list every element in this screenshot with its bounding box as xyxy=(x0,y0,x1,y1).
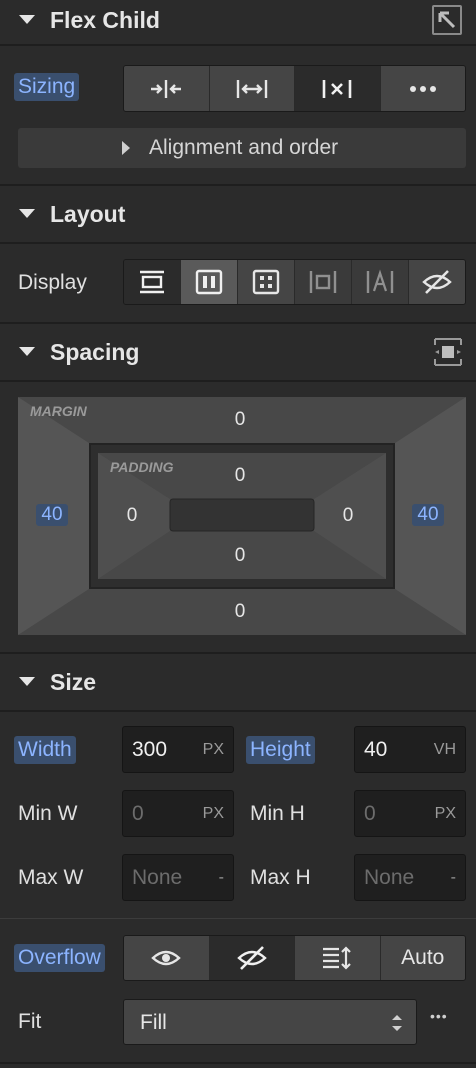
height-value: 40 xyxy=(364,737,388,761)
padding-right-value[interactable]: 0 xyxy=(328,505,368,527)
eye-icon xyxy=(151,950,182,966)
padding-label: PADDING xyxy=(110,459,174,475)
max-width-input[interactable]: None - xyxy=(122,854,234,901)
fit-value: Fill xyxy=(140,1011,167,1034)
overflow-auto-option[interactable]: Auto xyxy=(380,936,465,980)
scroll-icon xyxy=(323,946,352,970)
expand-corner-icon[interactable] xyxy=(432,5,462,35)
max-height-input[interactable]: None - xyxy=(354,854,466,901)
display-block-option[interactable] xyxy=(124,260,181,304)
box-model-graphic xyxy=(18,397,466,635)
min-width-label: Min W xyxy=(18,802,78,825)
section-title: Layout xyxy=(50,201,126,227)
display-label: Display xyxy=(18,271,87,294)
height-unit[interactable]: VH xyxy=(434,741,456,759)
display-inline-block-option[interactable] xyxy=(295,260,352,304)
grow-icon xyxy=(236,79,267,98)
sizing-segmented-control xyxy=(123,65,466,112)
overflow-scroll-option[interactable] xyxy=(295,936,381,980)
inline-block-icon xyxy=(309,271,337,293)
max-width-unit[interactable]: - xyxy=(219,869,224,887)
alignment-label: Alignment and order xyxy=(149,136,339,159)
height-input[interactable]: 40 VH xyxy=(354,726,466,773)
caret-right-icon xyxy=(122,141,130,155)
padding-left-value[interactable]: 0 xyxy=(112,505,152,527)
flex-child-header[interactable]: Flex Child xyxy=(0,0,476,44)
section-title: Flex Child xyxy=(50,7,160,33)
grow-option[interactable] xyxy=(209,66,295,111)
min-width-unit[interactable]: PX xyxy=(203,805,224,823)
display-none-option[interactable] xyxy=(409,260,465,304)
divider xyxy=(0,242,476,244)
margin-bottom-value[interactable]: 0 xyxy=(220,601,260,623)
layout-header[interactable]: Layout xyxy=(0,186,476,242)
overflow-visible-option[interactable] xyxy=(124,936,210,980)
margin-left-value[interactable]: 40 xyxy=(36,504,68,526)
display-inline-option[interactable] xyxy=(352,260,409,304)
divider xyxy=(0,710,476,712)
eye-slash-icon xyxy=(422,270,452,294)
divider xyxy=(0,380,476,382)
padding-top-value[interactable]: 0 xyxy=(220,465,260,487)
max-width-label: Max W xyxy=(18,866,84,889)
overflow-hidden-option[interactable] xyxy=(209,936,295,980)
divider xyxy=(0,1062,476,1064)
height-label[interactable]: Height xyxy=(246,736,315,764)
sizing-label[interactable]: Sizing xyxy=(14,73,80,101)
width-value: 300 xyxy=(132,737,168,761)
divider xyxy=(0,918,476,919)
display-flex-option[interactable] xyxy=(181,260,238,304)
more-sizing-option[interactable] xyxy=(380,66,465,111)
caret-down-icon xyxy=(19,209,35,218)
divider xyxy=(0,44,476,46)
alignment-and-order-toggle[interactable]: Alignment and order xyxy=(18,128,466,168)
display-segmented-control xyxy=(123,259,466,305)
more-options-button[interactable]: ••• xyxy=(430,1008,448,1024)
min-height-label: Min H xyxy=(250,802,305,825)
min-width-value: 0 xyxy=(132,801,144,825)
margin-top-value[interactable]: 0 xyxy=(220,409,260,431)
width-label[interactable]: Width xyxy=(14,736,76,764)
caret-down-icon xyxy=(19,677,35,686)
min-height-input[interactable]: 0 PX xyxy=(354,790,466,837)
section-title: Size xyxy=(50,669,97,695)
block-icon xyxy=(140,270,164,294)
box-model-editor: MARGIN PADDING 0 0 40 40 0 0 0 0 xyxy=(18,397,466,635)
max-height-label: Max H xyxy=(250,866,311,889)
width-unit[interactable]: PX xyxy=(203,741,224,759)
select-arrows-icon xyxy=(392,1015,402,1031)
min-height-unit[interactable]: PX xyxy=(435,805,456,823)
width-input[interactable]: 300 PX xyxy=(122,726,234,773)
overflow-segmented-control: Auto xyxy=(123,935,466,981)
shrink-option[interactable] xyxy=(124,66,210,111)
no-resize-icon xyxy=(322,79,352,98)
max-height-value: None xyxy=(364,865,415,889)
overflow-label[interactable]: Overflow xyxy=(14,944,105,972)
margin-label: MARGIN xyxy=(30,403,87,419)
display-grid-option[interactable] xyxy=(238,260,295,304)
eye-slash-icon xyxy=(236,946,267,970)
size-header[interactable]: Size xyxy=(0,654,476,710)
max-height-unit[interactable]: - xyxy=(451,869,456,887)
shrink-icon xyxy=(151,79,182,98)
caret-down-icon xyxy=(19,15,35,24)
min-width-input[interactable]: 0 PX xyxy=(122,790,234,837)
caret-down-icon xyxy=(19,347,35,356)
padding-bottom-value[interactable]: 0 xyxy=(220,545,260,567)
margin-right-value[interactable]: 40 xyxy=(412,504,444,526)
spacing-box-icon[interactable] xyxy=(433,337,463,367)
inline-text-icon xyxy=(366,269,394,293)
flex-icon xyxy=(195,269,223,295)
section-title: Spacing xyxy=(50,339,140,365)
max-width-value: None xyxy=(132,865,183,889)
grid-icon xyxy=(252,269,280,295)
fit-select[interactable]: Fill xyxy=(123,999,417,1045)
fit-label: Fit xyxy=(18,1010,42,1033)
spacing-header[interactable]: Spacing xyxy=(0,324,476,380)
min-height-value: 0 xyxy=(364,801,376,825)
dont-shrink-grow-option[interactable] xyxy=(295,66,381,111)
more-dots-icon xyxy=(409,85,436,92)
